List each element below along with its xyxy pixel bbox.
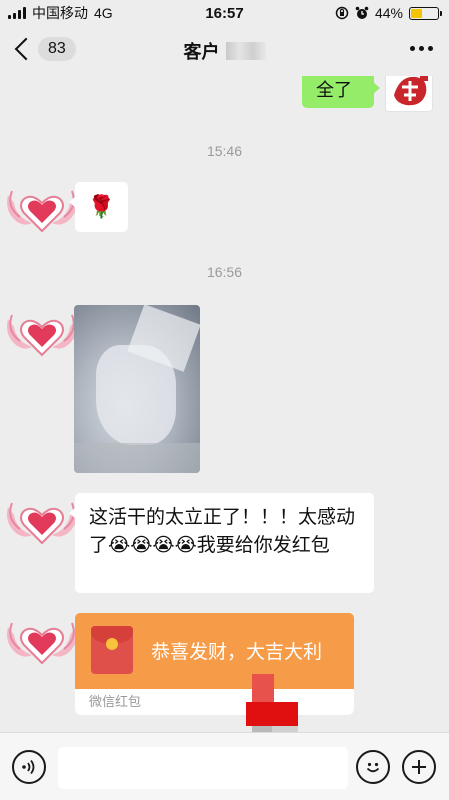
title-blur-mosaic [225, 42, 266, 60]
red-packet-message[interactable]: 恭喜发财，大吉大利 微信红包 [75, 613, 354, 715]
more-dot-icon [419, 46, 424, 51]
input-bar [0, 732, 449, 800]
contact-avatar[interactable] [2, 609, 82, 671]
nav-bar: 83 客户 [0, 26, 449, 76]
red-packet-header: 恭喜发财，大吉大利 [75, 613, 354, 687]
emoji-button[interactable] [356, 750, 390, 784]
voice-button[interactable] [12, 750, 46, 784]
plus-button[interactable] [402, 750, 436, 784]
chevron-left-icon [14, 37, 38, 61]
battery-fill [411, 8, 423, 18]
red-packet-title: 恭喜发财，大吉大利 [151, 641, 323, 663]
chat-title-text: 客户 [183, 42, 220, 62]
my-avatar[interactable] [385, 76, 433, 112]
winged-heart-avatar-icon [7, 502, 77, 545]
received-message-text: 这活干的太立正了！！！太感动了😭😭😭😭我要给你发红包 [89, 507, 356, 556]
red-envelope-icon [91, 626, 133, 674]
contact-avatar[interactable] [2, 489, 82, 551]
carrier-label: 中国移动 [32, 5, 88, 21]
unread-count-badge: 83 [38, 37, 76, 61]
chat-title: 客户 [184, 38, 266, 64]
more-dot-icon [410, 46, 415, 51]
battery-icon [409, 6, 442, 20]
rotation-lock-icon [335, 6, 349, 20]
signal-icon [8, 7, 26, 19]
photo-content [74, 443, 200, 473]
red-packet-label: 微信红包 [75, 689, 354, 715]
plus-icon [412, 760, 426, 774]
back-button[interactable]: 83 [12, 37, 76, 61]
status-right: 44% [335, 5, 442, 21]
winged-heart-avatar-icon [7, 190, 77, 233]
timestamp: 16:56 [206, 264, 243, 280]
contact-avatar[interactable] [2, 177, 82, 239]
emoji-icon [366, 762, 380, 773]
message-input[interactable] [58, 747, 348, 789]
rose-emoji: 🌹 [87, 194, 116, 219]
more-dot-icon [428, 46, 433, 51]
winged-heart-avatar-icon [7, 314, 77, 357]
winged-heart-avatar-icon [7, 622, 77, 665]
chat-area[interactable]: 全了 15:46 🌹 16:56 这活干的太立正了！！！太感动了😭😭😭😭我要给你… [0, 76, 449, 732]
more-options-button[interactable] [410, 46, 433, 51]
status-left: 中国移动 4G [8, 3, 113, 23]
contact-avatar[interactable] [2, 301, 82, 363]
calligraphy-avatar-image [386, 76, 432, 111]
sent-message-bubble[interactable]: 全了 [302, 76, 380, 108]
network-label: 4G [94, 5, 113, 21]
sent-message-text: 全了 [316, 80, 352, 100]
rose-message-bubble[interactable]: 🌹 [69, 182, 128, 232]
received-text-bubble[interactable]: 这活干的太立正了！！！太感动了😭😭😭😭我要给你发红包 [69, 493, 374, 593]
timestamp: 15:46 [206, 143, 243, 159]
voice-icon [22, 759, 35, 775]
photo-message[interactable] [74, 305, 200, 473]
alarm-icon [355, 6, 369, 19]
status-bar: 中国移动 4G 16:57 44% [0, 0, 449, 26]
battery-percent: 44% [374, 5, 403, 21]
